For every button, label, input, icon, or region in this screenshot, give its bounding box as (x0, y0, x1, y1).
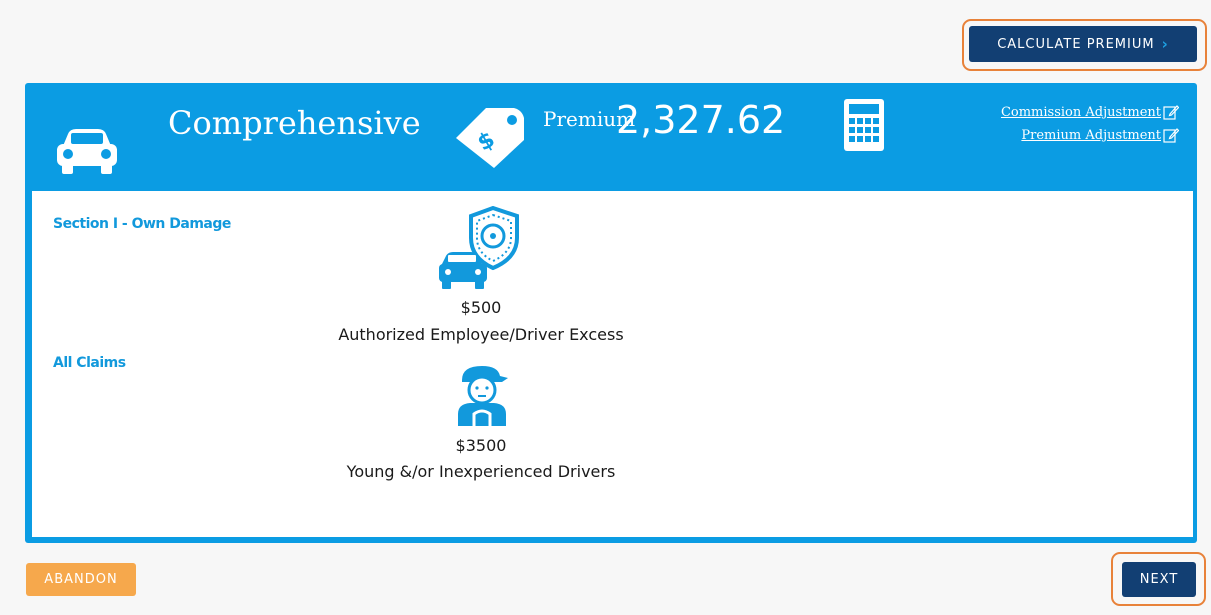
edit-icon (1163, 127, 1179, 143)
young-drivers-label: Young &/or Inexperienced Drivers (346, 462, 616, 481)
premium-adjustment-link[interactable]: Premium Adjustment (1021, 127, 1179, 143)
calculate-premium-label: CALCULATE PREMIUM (997, 36, 1155, 52)
commission-adjustment-label: Commission Adjustment (1000, 104, 1161, 120)
car-shield-icon (437, 205, 537, 298)
commission-adjustment-link[interactable]: Commission Adjustment (1001, 104, 1179, 120)
car-icon (56, 128, 118, 178)
abandon-button[interactable]: ABANDON (26, 563, 136, 596)
premium-adjustment-label: Premium Adjustment (1021, 127, 1161, 143)
edit-icon (1163, 104, 1179, 120)
calculator-icon[interactable] (843, 98, 885, 156)
price-tag-icon: $ (452, 106, 530, 172)
section-heading-all-claims: All Claims (53, 355, 126, 371)
young-driver-icon (452, 362, 512, 432)
coverage-details-panel (32, 191, 1193, 537)
coverage-title: Comprehensive (168, 104, 421, 142)
chevron-right-icon: › (1161, 35, 1169, 53)
own-damage-amount: $500 (460, 298, 502, 317)
young-drivers-amount: $3500 (455, 436, 507, 455)
next-button[interactable]: NEXT (1122, 562, 1196, 597)
own-damage-label: Authorized Employee/Driver Excess (338, 325, 624, 344)
calculate-premium-button[interactable]: CALCULATE PREMIUM › (969, 26, 1197, 62)
section-heading-own-damage: Section I - Own Damage (53, 216, 231, 232)
premium-value: 2,327.62 (616, 98, 786, 142)
